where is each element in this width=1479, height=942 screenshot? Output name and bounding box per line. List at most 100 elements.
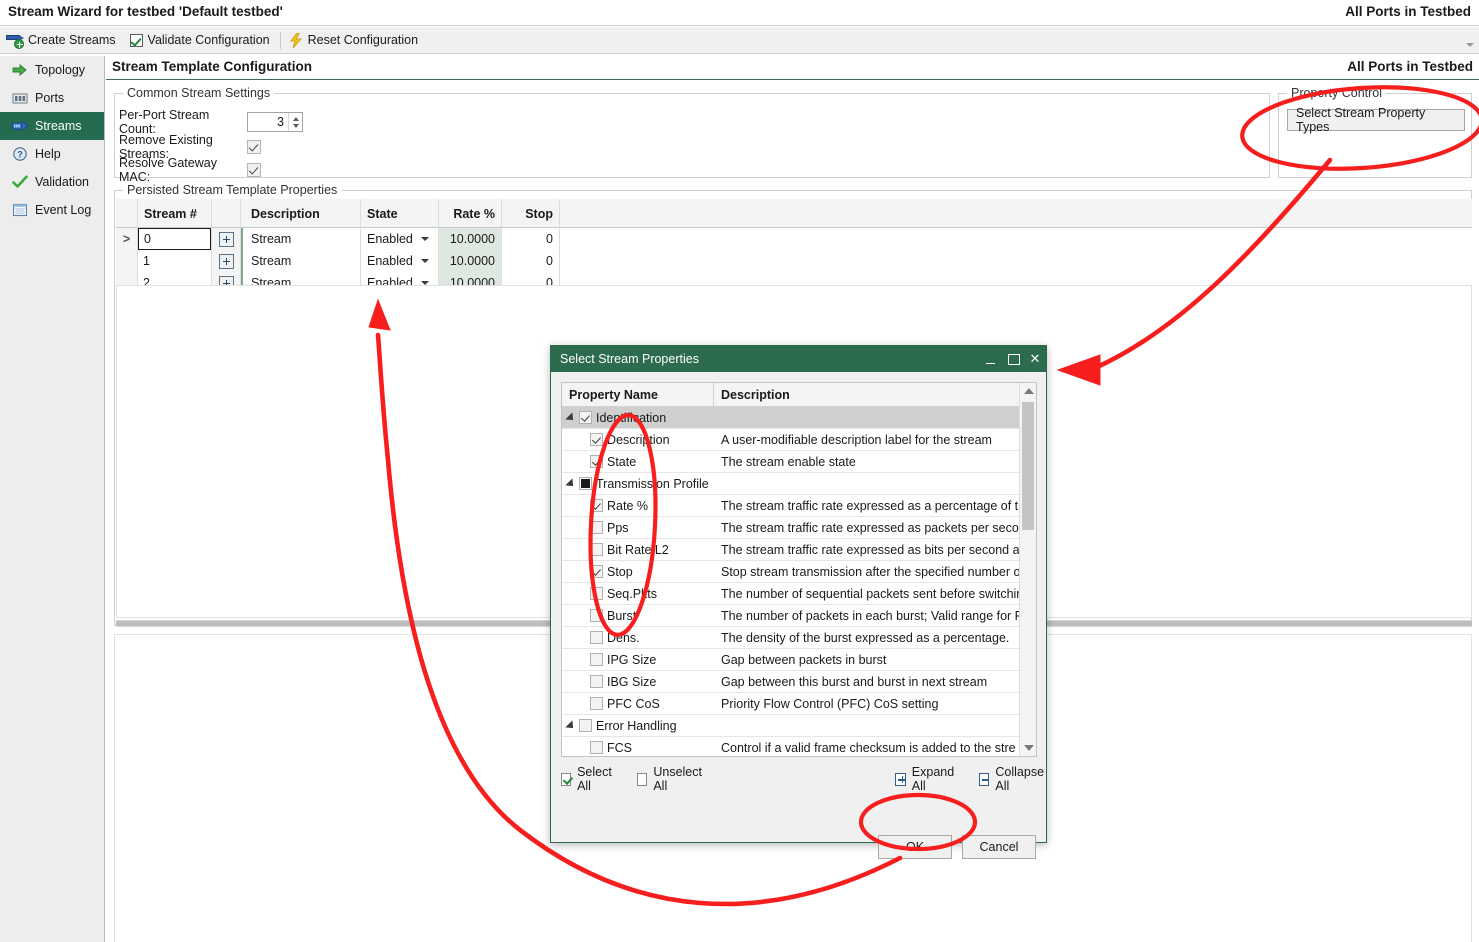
property-checkbox[interactable] [579,411,592,424]
per-port-stream-count-stepper[interactable]: 3 [247,112,303,132]
expand-row-cell[interactable] [212,228,241,250]
stop-cell[interactable]: 0 [502,228,560,250]
collapse-all-option[interactable]: Collapse All [978,765,1047,793]
minimize-icon[interactable] [980,346,1002,372]
property-checkbox[interactable] [590,521,603,534]
list-item[interactable]: State The stream enable state [562,451,1020,473]
grid-header-rate[interactable]: Rate % [439,199,502,228]
property-description: The number of sequential packets sent be… [721,586,1020,601]
resolve-gateway-mac-checkbox[interactable] [247,163,261,177]
triangle-expander-icon[interactable] [565,411,577,424]
sidebar-item-ports[interactable]: Ports [0,84,104,112]
rate-cell[interactable]: 10.0000 [439,250,502,272]
expand-all-icon[interactable] [895,772,906,786]
stepper-arrows[interactable] [288,113,302,131]
list-item[interactable]: Stop Stop stream transmission after the … [562,561,1020,583]
reset-configuration-button[interactable]: Reset Configuration [283,29,426,52]
collapse-all-icon[interactable] [978,772,990,786]
list-item[interactable]: FCS Control if a valid frame checksum is… [562,737,1019,756]
maximize-icon[interactable] [1002,346,1024,372]
grid-header-description[interactable]: Description [245,199,361,228]
expand-all-option[interactable]: Expand All [895,765,956,793]
dialog-title-bar[interactable]: Select Stream Properties ✕ [551,346,1046,372]
list-item[interactable]: IPG Size Gap between packets in burst [562,649,1020,671]
property-checkbox[interactable] [590,653,603,666]
grid-header-stream-number[interactable]: Stream # [138,199,212,228]
property-checkbox[interactable] [590,587,603,600]
table-row[interactable]: 1 Stream Enabled 10.0000 0 [116,250,1472,272]
sidebar-item-validation[interactable]: Validation [0,168,104,196]
property-checkbox[interactable] [590,499,603,512]
triangle-expander-icon[interactable] [565,477,577,490]
grid-header-state[interactable]: State [361,199,439,228]
cancel-button[interactable]: Cancel [962,835,1036,859]
stream-number-input[interactable]: 1 [138,250,211,272]
description-cell[interactable]: Stream [245,250,361,272]
toolbar-overflow-chevron-down-icon[interactable] [1463,31,1476,49]
sidebar-item-streams[interactable]: Streams [0,112,104,140]
chevron-down-icon[interactable] [421,237,429,241]
select-stream-property-types-button[interactable]: Select Stream Property Types [1287,106,1465,134]
remove-existing-streams-checkbox[interactable] [247,140,261,154]
list-item-group[interactable]: Error Handling [562,715,1020,737]
grid-header-indicator[interactable] [116,199,138,228]
property-checkbox[interactable] [590,455,603,468]
stream-number-input[interactable]: 0 [138,228,211,250]
list-item-group[interactable]: Identification [562,407,1020,429]
list-item[interactable]: Rate % The stream traffic rate expressed… [562,495,1020,517]
sidebar-item-help[interactable]: ? Help [0,140,104,168]
list-item[interactable]: Burst The number of packets in each burs… [562,605,1020,627]
select-all-checkbox[interactable] [561,772,572,786]
expand-row-cell[interactable] [212,250,241,272]
unselect-all-option[interactable]: Unselect All [636,765,705,793]
property-checkbox[interactable] [590,675,603,688]
column-header-description[interactable]: Description [714,383,1019,406]
property-checkbox[interactable] [590,741,603,754]
list-item[interactable]: Pps The stream traffic rate expressed as… [562,517,1020,539]
column-header-property-name[interactable]: Property Name [562,383,714,406]
svg-text:?: ? [17,150,23,160]
scroll-down-icon[interactable] [1020,740,1037,756]
list-item[interactable]: IBG Size Gap between this burst and burs… [562,671,1020,693]
sidebar-item-topology[interactable]: Topology [0,56,104,84]
grid-header-stop[interactable]: Stop [502,199,560,228]
property-checkbox[interactable] [590,697,603,710]
state-cell[interactable]: Enabled [361,250,439,272]
property-checkbox[interactable] [590,433,603,446]
list-item[interactable]: Dens. The density of the burst expressed… [562,627,1020,649]
ok-button[interactable]: OK [878,835,952,859]
per-port-stream-count-value[interactable]: 3 [248,115,288,129]
list-item[interactable]: Bit Rate L2 The stream traffic rate expr… [562,539,1020,561]
list-item[interactable]: Seq.Pkts The number of sequential packet… [562,583,1020,605]
chevron-down-icon[interactable] [421,259,429,263]
property-list-scrollbar[interactable] [1019,383,1036,756]
grid-header-expand[interactable] [212,199,241,228]
property-checkbox[interactable] [590,565,603,578]
validate-configuration-button[interactable]: Validate Configuration [124,29,278,52]
property-checkbox[interactable] [590,543,603,556]
unselect-all-checkbox[interactable] [636,772,648,786]
table-row[interactable]: > 0 Stream Enabled 10.0000 0 [116,228,1472,250]
stop-cell[interactable]: 0 [502,250,560,272]
list-item[interactable]: Description A user-modifiable descriptio… [562,429,1020,451]
create-streams-button[interactable]: Create Streams [0,29,124,52]
stream-number-cell[interactable]: 1 [138,250,212,272]
rate-cell[interactable]: 10.0000 [439,228,502,250]
expand-plus-icon[interactable] [218,231,234,247]
list-item-group[interactable]: Transmission Profile [562,473,1020,495]
select-all-option[interactable]: Select All [561,765,615,793]
sidebar-item-event-log[interactable]: Event Log [0,196,104,224]
description-cell[interactable]: Stream [245,228,361,250]
list-item[interactable]: PFC CoS Priority Flow Control (PFC) CoS … [562,693,1020,715]
stream-number-cell[interactable]: 0 [138,228,212,250]
close-icon[interactable]: ✕ [1024,346,1046,372]
triangle-expander-icon[interactable] [565,719,577,732]
property-checkbox[interactable] [579,477,592,490]
scroll-up-icon[interactable] [1020,383,1037,399]
property-checkbox[interactable] [590,631,603,644]
property-checkbox[interactable] [579,719,592,732]
expand-plus-icon[interactable] [218,253,234,269]
property-checkbox[interactable] [590,609,603,622]
scrollbar-thumb[interactable] [1022,402,1035,530]
state-cell[interactable]: Enabled [361,228,439,250]
